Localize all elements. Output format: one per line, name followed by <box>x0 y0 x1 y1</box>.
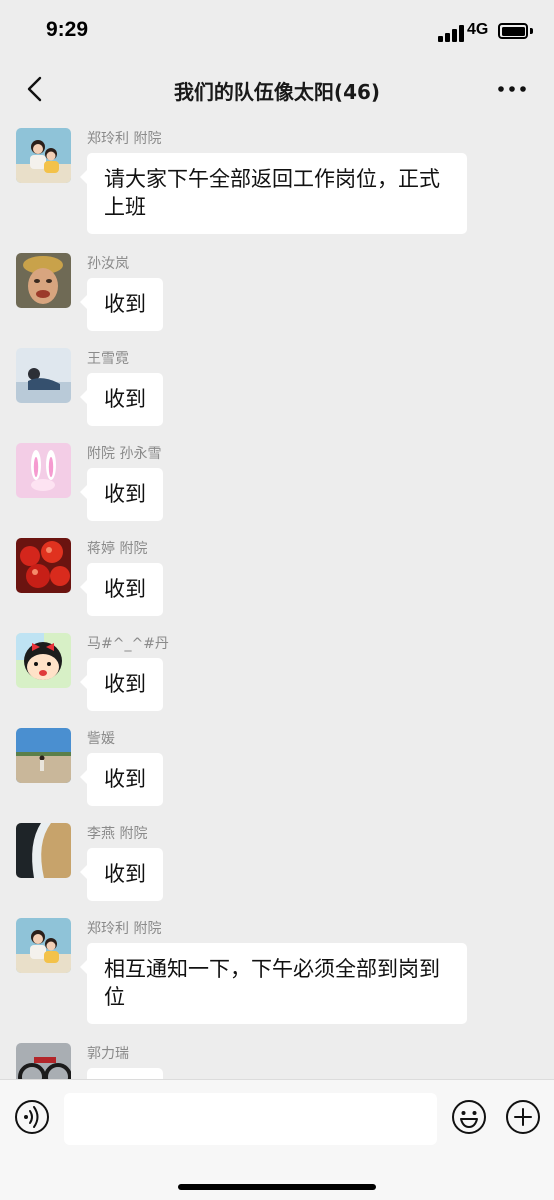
network-label: 4G <box>467 21 489 38</box>
avatar[interactable] <box>16 633 71 688</box>
status-time: 9:29 <box>46 18 89 41</box>
message-bubble[interactable]: 收到 <box>87 1068 163 1079</box>
message-bubble[interactable]: 请大家下午全部返回工作岗位，正式上班 <box>80 153 467 234</box>
avatar[interactable] <box>16 443 71 498</box>
emoji-icon <box>452 1100 486 1134</box>
signal-icon <box>438 24 464 42</box>
message-bubble[interactable]: 收到 <box>80 468 163 521</box>
battery-tip <box>530 28 533 34</box>
sender-name: 郭力瑞 <box>87 1046 129 1062</box>
message-bubble[interactable]: 收到 <box>80 278 163 331</box>
voice-button[interactable] <box>14 1099 50 1135</box>
emoji-button[interactable] <box>451 1099 487 1135</box>
avatar[interactable] <box>16 253 71 308</box>
avatar[interactable] <box>16 128 71 183</box>
sender-name: 郑玲利 附院 <box>87 131 162 147</box>
home-indicator[interactable] <box>178 1184 376 1190</box>
avatar[interactable] <box>16 823 71 878</box>
sender-name: 王雪霓 <box>87 351 129 367</box>
message-input[interactable] <box>64 1093 437 1145</box>
sender-name: 附院 孙永雪 <box>87 446 162 462</box>
voice-icon <box>15 1100 49 1134</box>
message-bubble[interactable]: 相互通知一下，下午必须全部到岗到位 <box>80 943 467 1024</box>
message-bubble[interactable]: 收到 <box>80 373 163 426</box>
input-bar <box>0 1079 554 1200</box>
more-functions-button[interactable] <box>505 1099 541 1135</box>
avatar[interactable] <box>16 728 71 783</box>
chat-header: 我们的队伍像太阳(46) <box>0 62 554 116</box>
sender-name: 郑玲利 附院 <box>87 921 162 937</box>
avatar[interactable] <box>16 1043 71 1079</box>
more-dots-icon <box>498 86 526 92</box>
status-bar: 9:29 4G <box>0 0 554 62</box>
message-bubble[interactable]: 收到 <box>80 563 163 616</box>
sender-name: 訾媛 <box>87 731 115 747</box>
chat-title: 我们的队伍像太阳(46) <box>173 80 381 104</box>
battery-icon <box>498 23 528 39</box>
sender-name: 李燕 附院 <box>87 826 148 842</box>
message-bubble[interactable]: 收到 <box>80 658 163 711</box>
sender-name: 蒋婷 附院 <box>87 541 148 557</box>
message-bubble[interactable]: 收到 <box>80 848 163 901</box>
message-bubble[interactable]: 收到 <box>80 753 163 806</box>
avatar[interactable] <box>16 348 71 403</box>
sender-name: 马#^_^#丹 <box>87 636 169 652</box>
more-button[interactable] <box>496 74 528 104</box>
avatar[interactable] <box>16 918 71 973</box>
avatar[interactable] <box>16 538 71 593</box>
sender-name: 孙汝岚 <box>87 256 129 272</box>
message-list[interactable]: 郑玲利 附院 请大家下午全部返回工作岗位，正式上班 孙汝岚 收到 王雪霓 收到 … <box>0 116 554 1079</box>
plus-icon <box>506 1100 540 1134</box>
